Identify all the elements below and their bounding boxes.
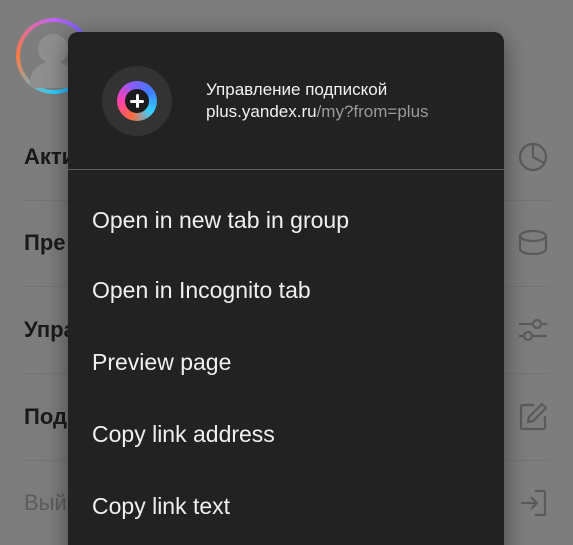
menu-item-open-in-new-tab-in-group[interactable]: Open in new tab in group	[68, 170, 504, 254]
menu-item-open-in-incognito-tab[interactable]: Open in Incognito tab	[68, 254, 504, 326]
site-favicon-container	[102, 66, 172, 136]
avatar-head-shape	[38, 34, 68, 64]
menu-item-copy-link-text[interactable]: Copy link text	[68, 470, 504, 542]
pie-chart-icon	[517, 141, 549, 173]
sign-in-icon	[517, 487, 549, 519]
database-icon	[517, 227, 549, 259]
link-title: Управление подпиской	[206, 80, 388, 99]
menu-item-copy-link-address[interactable]: Copy link address	[68, 398, 504, 470]
bg-row-label: Вый	[24, 490, 67, 515]
context-menu-items: Open in new tab in group Open in Incogni…	[68, 170, 504, 542]
menu-item-preview-page[interactable]: Preview page	[68, 326, 504, 398]
bg-row-label: Пре	[24, 230, 66, 255]
edit-icon	[517, 401, 549, 433]
screen: Акти Пре Упра Под Вый Управление подписк…	[0, 0, 573, 545]
link-url: plus.yandex.ru/my?from=plus	[206, 102, 429, 122]
bg-row-label: Под	[24, 404, 67, 429]
sliders-icon	[517, 314, 549, 346]
favicon-inner	[125, 89, 149, 113]
link-url-path: /my?from=plus	[316, 102, 429, 121]
yandex-plus-icon	[117, 81, 157, 121]
context-menu-header: Управление подпиской plus.yandex.ru/my?f…	[68, 32, 504, 170]
plus-icon-v	[135, 94, 139, 108]
link-context-menu: Управление подпиской plus.yandex.ru/my?f…	[68, 32, 504, 545]
link-url-host: plus.yandex.ru	[206, 102, 317, 121]
